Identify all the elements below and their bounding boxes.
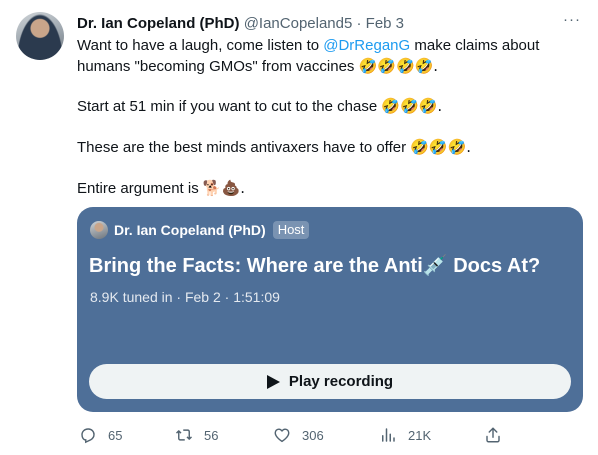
retweet-count: 56: [204, 427, 219, 443]
paragraph-1-prefix: Want to have a laugh, come listen to: [77, 37, 324, 54]
reply-count: 65: [108, 427, 123, 443]
author-avatar[interactable]: [16, 12, 64, 60]
share-button[interactable]: [484, 424, 502, 446]
space-card[interactable]: Dr. Ian Copeland (PhD) Host Bring the Fa…: [77, 207, 583, 412]
heart-icon: [274, 428, 290, 443]
header-separator: ·: [352, 15, 366, 32]
like-count: 306: [302, 427, 324, 443]
author-handle[interactable]: @IanCopeland5: [244, 15, 353, 32]
paragraph-2-text: Start at 51 min if you want to cut to th…: [77, 98, 382, 115]
play-recording-button[interactable]: Play recording: [89, 364, 571, 399]
paragraph-3-text: These are the best minds antivaxers have…: [77, 139, 411, 156]
views-icon: [382, 428, 395, 442]
space-stats: 8.9K tuned in · Feb 2 · 1:51:09: [90, 289, 280, 305]
like-button[interactable]: 306: [273, 424, 324, 446]
paragraph-4-text: Entire argument is: [77, 180, 203, 197]
retweet-button[interactable]: 56: [175, 424, 218, 446]
reply-button[interactable]: 65: [79, 424, 122, 446]
tweet-paragraph-3: These are the best minds antivaxers have…: [77, 137, 577, 158]
paragraph-3-emoji: 🤣🤣🤣.: [410, 138, 472, 156]
tweet-actions: 65 56 306 21K: [77, 424, 507, 446]
paragraph-2-emoji: 🤣🤣🤣.: [381, 97, 443, 115]
reply-icon: [81, 428, 95, 444]
views-count: 21K: [408, 427, 432, 443]
views-button[interactable]: 21K: [379, 424, 431, 446]
tweet-paragraph-2: Start at 51 min if you want to cut to th…: [77, 96, 577, 117]
tweet-header: Dr. Ian Copeland (PhD) @IanCopeland5 · F…: [77, 14, 550, 34]
more-options-icon[interactable]: ···: [562, 12, 582, 34]
paragraph-1-emoji: 🤣🤣🤣🤣.: [358, 57, 439, 75]
tweet-paragraph-4: Entire argument is 🐕💩.: [77, 178, 577, 199]
mention-link[interactable]: @DrReganG: [323, 37, 410, 54]
play-recording-label: Play recording: [288, 373, 394, 390]
host-avatar: [90, 221, 108, 239]
space-title: Bring the Facts: Where are the Anti💉 Doc…: [89, 255, 541, 277]
share-icon: [486, 427, 500, 443]
tweet-paragraph-1: Want to have a laugh, come listen to @Dr…: [77, 36, 577, 76]
host-name: Dr. Ian Copeland (PhD): [114, 222, 266, 238]
host-badge: Host: [272, 221, 310, 239]
tweet-text: Want to have a laugh, come listen to @Dr…: [77, 36, 577, 199]
author-name[interactable]: Dr. Ian Copeland (PhD): [77, 15, 240, 32]
space-host-row: Dr. Ian Copeland (PhD) Host: [90, 220, 310, 240]
tweet-date[interactable]: Feb 3: [366, 15, 404, 32]
play-icon: [266, 374, 280, 389]
retweet-icon: [175, 429, 193, 441]
paragraph-4-emoji: 🐕💩.: [202, 179, 246, 197]
